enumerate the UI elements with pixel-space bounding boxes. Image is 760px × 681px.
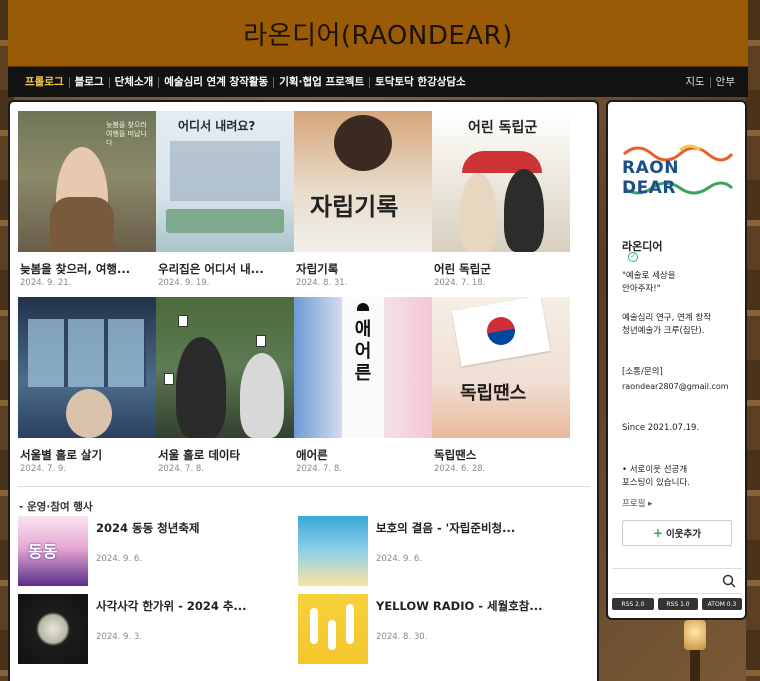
site-title[interactable]: 라온디어(RAONDEAR) — [243, 15, 513, 52]
profile-name: 라온디어 — [622, 240, 663, 253]
nav-item-art-psych[interactable]: 예술심리 연계 창작활동 — [159, 76, 275, 88]
nav-item-counseling[interactable]: 토닥토닥 한강상담소 — [370, 76, 471, 88]
main-content: 늦봄을 찾으러 여행을 떠납니다 늦봄을 찾으러, 여행... 2024. 9.… — [8, 100, 599, 681]
thumb-caption: 늦봄을 찾으러 여행을 떠납니다 — [106, 121, 147, 147]
post-card[interactable]: 늦봄을 찾으러 여행을 떠납니다 늦봄을 찾으러, 여행... 2024. 9.… — [18, 111, 156, 297]
event-thumbnail[interactable] — [18, 594, 88, 664]
post-card[interactable]: 서울 홀로 데이타 2024. 7. 8. — [156, 297, 294, 483]
event-title[interactable]: 2024 동동 청년축제 — [96, 520, 276, 536]
post-title[interactable]: 어린 독립군 — [434, 261, 568, 277]
document-icon — [164, 373, 174, 385]
post-thumbnail[interactable]: 어린 독립군 — [432, 111, 570, 252]
profile-description: 예술심리 연구, 연계 창작 청년예술가 크루(집단). — [622, 313, 712, 336]
post-title[interactable]: 서울별 홀로 살기 — [20, 447, 154, 463]
profile-quote: "예술로 세상을 안아주자!" — [622, 271, 676, 294]
thumb-caption: 독립땐스 — [460, 383, 527, 404]
event-thumbnail[interactable] — [298, 516, 368, 586]
post-thumbnail[interactable] — [156, 297, 294, 438]
event-title[interactable]: 보호의 결음 - '자립준비청... — [376, 520, 556, 536]
nav-map[interactable]: 지도 — [680, 76, 711, 88]
raondear-logo[interactable]: RAON DEAR — [620, 142, 736, 198]
post-card[interactable]: 어린 독립군 어린 독립군 2024. 7. 18. — [432, 111, 570, 297]
sidebar: RAON DEAR 라온디어 ✓ "예술로 세상을 안아주자!" 예술심리 연구… — [606, 100, 747, 620]
verified-check-icon: ✓ — [628, 252, 638, 262]
post-card[interactable]: 자립기록 자립기록 2024. 8. 31. — [294, 111, 432, 297]
post-date: 2024. 7. 8. — [158, 464, 204, 474]
post-grid: 늦봄을 찾으러 여행을 떠납니다 늦봄을 찾으러, 여행... 2024. 9.… — [18, 111, 572, 483]
add-neighbor-button[interactable]: + 이웃추가 — [622, 520, 732, 546]
rss1-button[interactable]: RSS 1.0 — [658, 598, 698, 610]
bookshelf-right — [746, 0, 760, 681]
lamp-decoration — [680, 620, 710, 681]
thumb-caption: 애어른 — [354, 319, 372, 384]
thumb-caption: 어린 독립군 — [468, 120, 538, 136]
event-date: 2024. 9. 3. — [96, 632, 142, 642]
event-title[interactable]: 사각사각 한가위 - 2024 추... — [96, 598, 276, 614]
nav-item-about[interactable]: 단체소개 — [110, 76, 160, 88]
rss2-button[interactable]: RSS 2.0 — [612, 598, 654, 610]
post-thumbnail[interactable]: 자립기록 — [294, 111, 432, 252]
logo-text: RAON DEAR — [622, 158, 679, 198]
thumb-caption: 어디서 내려요? — [178, 119, 256, 133]
atom-button[interactable]: ATOM 0.3 — [702, 598, 742, 610]
document-icon — [178, 315, 188, 327]
notice-text: • 서로이웃 선공개 포스팅이 있습니다. — [622, 465, 690, 488]
add-neighbor-label: 이웃추가 — [666, 529, 702, 540]
nav-item-blog[interactable]: 블로그 — [70, 76, 110, 88]
contact-label: [소통/문의] — [622, 367, 663, 377]
post-card[interactable]: 서울별 홀로 살기 2024. 7. 9. — [18, 297, 156, 483]
event-date: 2024. 9. 6. — [96, 554, 142, 564]
contact-email[interactable]: raondear2807@gmail.com — [622, 380, 742, 393]
site-header: 라온디어(RAONDEAR) — [8, 0, 748, 67]
post-date: 2024. 7. 8. — [296, 464, 342, 474]
thumb-caption: 동동 — [28, 542, 58, 561]
profile-link[interactable]: 프로필 ▸ — [622, 497, 652, 509]
document-icon — [256, 335, 266, 347]
post-card[interactable]: 어디서 내려요? 우리집은 어디서 내... 2024. 9. 19. — [156, 111, 294, 297]
plus-icon: + — [652, 526, 664, 540]
post-date: 2024. 6. 28. — [434, 464, 486, 474]
section-divider — [18, 486, 590, 487]
event-thumbnail[interactable] — [298, 594, 368, 664]
event-item[interactable]: YELLOW RADIO - 세월호참... 2024. 8. 30. — [298, 594, 558, 664]
hanging-lamp-icon — [357, 303, 369, 311]
main-nav: 프롤로그 블로그 단체소개 예술심리 연계 창작활동 기획·협업 프로젝트 토닥… — [8, 67, 748, 97]
post-thumbnail[interactable]: 어디서 내려요? — [156, 111, 294, 252]
post-thumbnail[interactable]: 애어른 — [294, 297, 432, 438]
post-title[interactable]: 애어른 — [296, 447, 430, 463]
nav-item-prologue[interactable]: 프롤로그 — [20, 76, 70, 88]
post-title[interactable]: 서울 홀로 데이타 — [158, 447, 292, 463]
post-date: 2024. 7. 9. — [20, 464, 66, 474]
post-title[interactable]: 자립기록 — [296, 261, 430, 277]
event-title[interactable]: YELLOW RADIO - 세월호참... — [376, 598, 556, 614]
nav-right: 지도 안부 — [680, 76, 748, 88]
event-item[interactable]: 보호의 결음 - '자립준비청... 2024. 9. 6. — [298, 516, 558, 586]
post-title[interactable]: 독립땐스 — [434, 447, 568, 463]
nav-item-projects[interactable]: 기획·협업 프로젝트 — [274, 76, 371, 88]
post-date: 2024. 8. 31. — [296, 278, 348, 288]
post-card[interactable]: 애어른 애어른 2024. 7. 8. — [294, 297, 432, 483]
search-bar[interactable] — [612, 568, 742, 594]
thumb-caption: 자립기록 — [310, 193, 399, 221]
events-section-title: - 운영·참여 행사 — [19, 501, 93, 513]
korean-flag-icon — [451, 297, 551, 367]
post-title[interactable]: 우리집은 어디서 내... — [158, 261, 292, 277]
event-item[interactable]: 동동 2024 동동 청년축제 2024. 9. 6. — [18, 516, 278, 586]
since-date: Since 2021.07.19. — [622, 423, 700, 433]
nav-guestbook[interactable]: 안부 — [711, 76, 740, 88]
post-date: 2024. 9. 21. — [20, 278, 72, 288]
post-card[interactable]: 독립땐스 독립땐스 2024. 6. 28. — [432, 297, 570, 483]
post-thumbnail[interactable]: 늦봄을 찾으러 여행을 떠납니다 — [18, 111, 156, 252]
post-thumbnail[interactable] — [18, 297, 156, 438]
post-date: 2024. 7. 18. — [434, 278, 486, 288]
post-date: 2024. 9. 19. — [158, 278, 210, 288]
event-date: 2024. 9. 6. — [376, 554, 422, 564]
event-thumbnail[interactable]: 동동 — [18, 516, 88, 586]
search-icon[interactable] — [722, 574, 736, 588]
post-thumbnail[interactable]: 독립땐스 — [432, 297, 570, 438]
post-title[interactable]: 늦봄을 찾으러, 여행... — [20, 261, 154, 277]
event-item[interactable]: 사각사각 한가위 - 2024 추... 2024. 9. 3. — [18, 594, 278, 664]
event-date: 2024. 8. 30. — [376, 632, 428, 642]
